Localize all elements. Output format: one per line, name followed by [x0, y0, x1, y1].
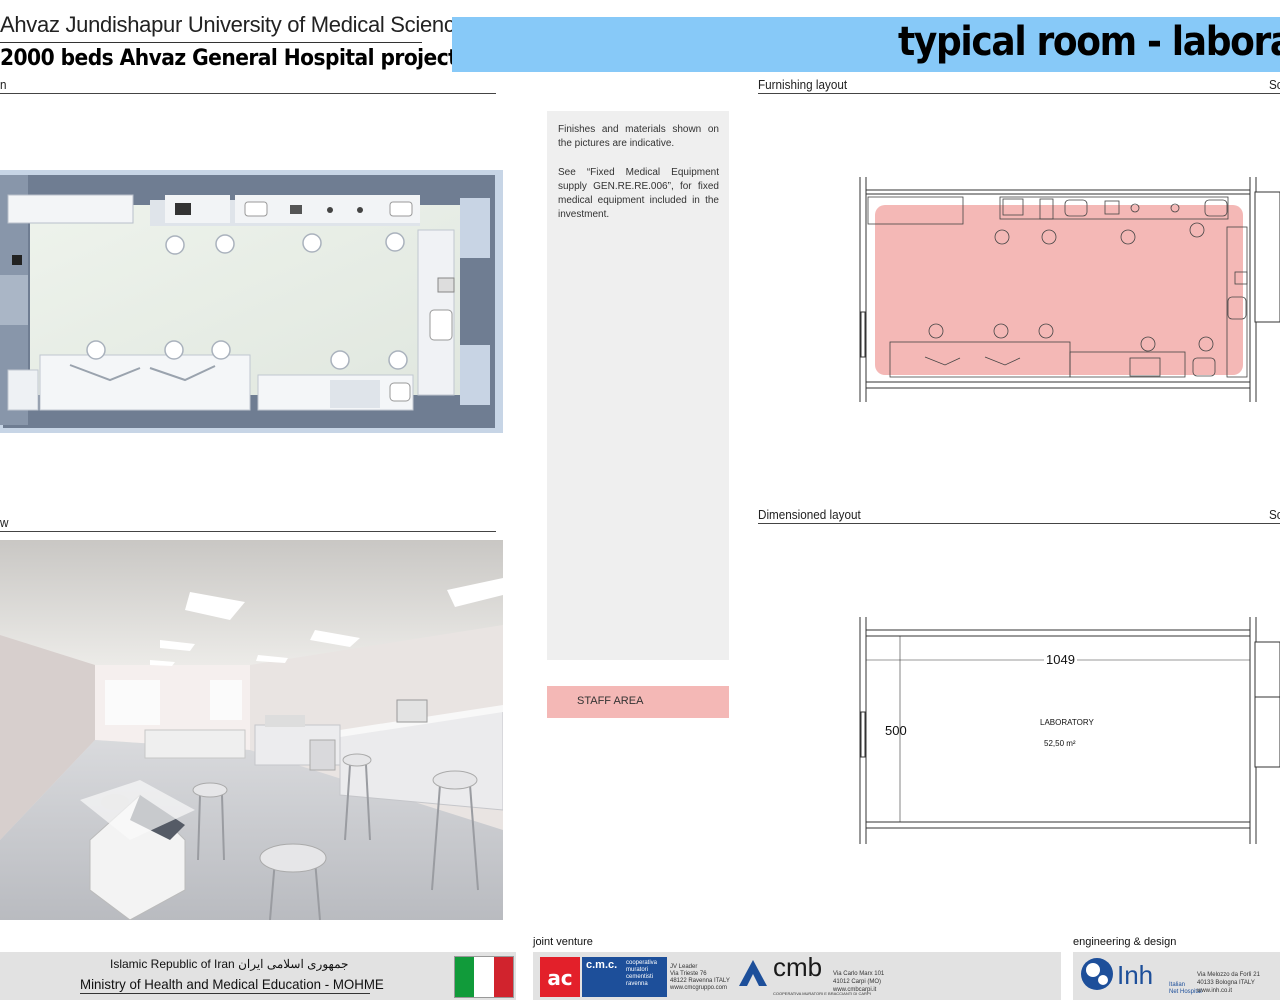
svg-text:ac: ac	[547, 966, 572, 990]
cmc-line-3: cementisti	[626, 974, 654, 980]
inh-logo-text: Inh	[1117, 960, 1154, 990]
italian-flag-icon	[454, 956, 514, 998]
dimensioned-section-label: Dimensioned layout	[758, 507, 861, 522]
cmb-address-1: Via Carlo Marx 101	[833, 971, 885, 977]
cmb-logo-text: cmb	[773, 952, 823, 982]
footer-joint-venture-panel: ac c.m.c. cooperativa muratori cementist…	[533, 952, 1061, 1000]
joint-venture-label: joint venture	[533, 936, 593, 948]
title-banner: typical room - laborato	[452, 17, 1280, 72]
cmb-address-2: 41012 Carpi (MO)	[833, 979, 882, 985]
footer-client-panel: Islamic Republic of Iran جمهوری اسلامی ا…	[0, 952, 516, 1000]
view-section-line	[0, 531, 496, 532]
dimension-depth: 500	[885, 723, 907, 738]
country-label: Islamic Republic of Iran جمهوری اسلامی ا…	[110, 957, 349, 971]
staff-area-label: STAFF AREA	[577, 695, 644, 707]
inh-subtitle-1: Italian	[1169, 982, 1186, 988]
cmc-line-1: cooperativa	[626, 960, 658, 966]
cmc-logo-panel: c.m.c. cooperativa muratori cementisti r…	[582, 957, 667, 997]
dimension-width: 1049	[1044, 652, 1077, 667]
cmc-address-1: JV Leader	[670, 964, 698, 970]
room-name-label: LABORATORY	[1040, 718, 1094, 727]
dimensioned-layout-drawing	[859, 617, 1280, 844]
notes-panel: Finishes and materials shown on the pict…	[547, 111, 729, 660]
furnishing-scale-label: Sc	[1269, 77, 1280, 92]
furnishing-layout-drawing	[859, 177, 1280, 402]
inh-address-3: www.inh.co.it	[1197, 988, 1233, 994]
cmc-line-2: muratori	[626, 967, 649, 973]
inh-globe-icon	[1079, 956, 1115, 997]
cmc-logo-text: c.m.c.	[586, 959, 618, 971]
cmb-address-3: www.cmbcarpi.it	[833, 987, 877, 993]
cmc-line-4: ravenna	[626, 981, 648, 987]
notes-finishes-text: Finishes and materials shown on the pict…	[558, 124, 719, 149]
ministry-underline	[80, 993, 370, 994]
header-divider	[0, 42, 422, 43]
page-title: typical room - laborato	[898, 19, 1280, 65]
inh-address-1: Via Melozzo da Forlì 21	[1197, 972, 1260, 978]
notes-equipment-text: See “Fixed Medical Equipment supply GEN.…	[558, 167, 719, 220]
staff-area-legend: STAFF AREA	[547, 686, 729, 718]
cmc-logo-icon: ac	[540, 957, 580, 997]
footer-engineering-panel: Inh Italian Net Hospital Via Melozzo da …	[1073, 952, 1280, 1000]
cmc-address-3: 48122 Ravenna ITALY	[670, 978, 730, 984]
cmb-logo-icon	[737, 958, 769, 993]
view-section-label: w	[0, 515, 9, 530]
ministry-label: Ministry of Health and Medical Education…	[80, 976, 384, 992]
engineering-label: engineering & design	[1073, 936, 1177, 948]
furnishing-section-line	[758, 93, 1280, 94]
university-name: Ahvaz Jundishapur University of Medical …	[0, 12, 478, 37]
dimensioned-scale-label: Sc	[1269, 507, 1280, 522]
plan-section-line	[0, 93, 496, 94]
dimensioned-section-line	[758, 523, 1280, 524]
perspective-render-image	[0, 540, 503, 920]
inh-address-2: 40133 Bologna ITALY	[1197, 980, 1255, 986]
project-name: 2000 beds Ahvaz General Hospital project	[0, 46, 458, 71]
room-area-label: 52,50 m²	[1044, 739, 1076, 748]
cmc-address-2: Via Trieste 76	[670, 971, 707, 977]
plan-render-image	[0, 170, 503, 433]
cmc-address-4: www.cmcgruppo.com	[670, 985, 728, 991]
furnishing-section-label: Furnishing layout	[758, 77, 848, 92]
plan-section-label: n	[0, 77, 7, 92]
